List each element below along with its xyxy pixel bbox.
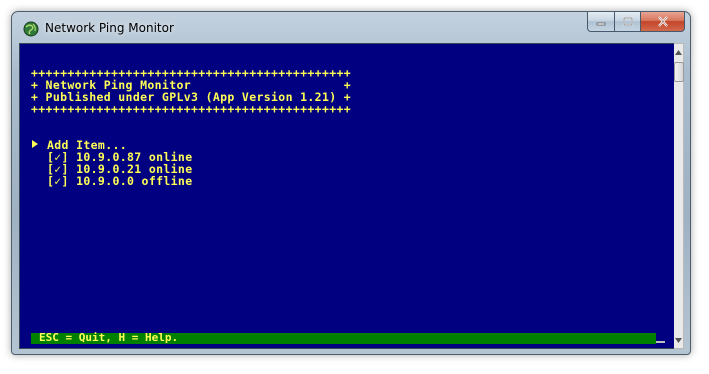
arrow-down-icon: [675, 337, 682, 343]
header-border-bottom: ++++++++++++++++++++++++++++++++++++++++…: [31, 102, 352, 116]
console-area[interactable]: ++++++++++++++++++++++++++++++++++++++++…: [19, 43, 676, 349]
minimize-button[interactable]: [587, 12, 615, 32]
vertical-scrollbar[interactable]: [674, 43, 684, 349]
scroll-up-button[interactable]: [674, 45, 683, 59]
close-icon: [657, 16, 668, 27]
maximize-button[interactable]: [615, 12, 641, 32]
globe-icon: [23, 21, 39, 37]
minimize-icon: [596, 22, 606, 25]
window-title: Network Ping Monitor: [45, 21, 174, 35]
status-help-text: ESC = Quit, H = Help.: [39, 331, 179, 344]
window-controls: [587, 12, 685, 32]
scroll-down-button[interactable]: [674, 333, 683, 347]
menu-item-host[interactable]: [✓] 10.9.0.0 offline: [47, 175, 192, 187]
status-bar: ESC = Quit, H = Help.: [31, 331, 656, 344]
text-cursor: [656, 341, 665, 343]
app-window: Network Ping Monitor +++++++++++++++++++…: [11, 11, 691, 355]
arrow-up-icon: [675, 49, 682, 55]
selection-arrow-icon: [32, 140, 38, 148]
maximize-icon: [622, 16, 633, 26]
title-bar[interactable]: Network Ping Monitor: [12, 12, 690, 43]
menu-selection-cursor: [31, 139, 39, 151]
scroll-thumb[interactable]: [674, 62, 684, 82]
close-button[interactable]: [641, 12, 685, 32]
